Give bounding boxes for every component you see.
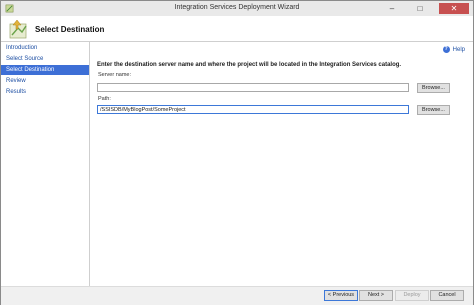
page-title: Select Destination: [35, 25, 105, 34]
previous-button[interactable]: < Previous: [324, 290, 358, 301]
cancel-button[interactable]: Cancel: [430, 290, 464, 301]
nav-item-introduction[interactable]: Introduction: [1, 43, 89, 53]
wizard-header: Select Destination: [1, 16, 473, 42]
deploy-button[interactable]: Deploy: [395, 290, 429, 301]
main-panel: ? Help Enter the destination server name…: [90, 42, 473, 286]
nav-item-select-destination[interactable]: Select Destination: [1, 65, 89, 75]
wizard-window: Integration Services Deployment Wizard –…: [0, 0, 474, 305]
path-label: Path:: [98, 96, 111, 102]
title-bar: Integration Services Deployment Wizard –…: [1, 1, 473, 16]
window-controls: – □ ✕: [383, 3, 469, 14]
help-label[interactable]: Help: [453, 47, 465, 53]
maximize-icon[interactable]: □: [411, 3, 429, 14]
server-name-label: Server name:: [98, 72, 132, 78]
wizard-footer: < Previous Next > Deploy Cancel: [1, 286, 473, 305]
nav-item-select-source[interactable]: Select Source: [1, 54, 89, 64]
wizard-steps-nav: Introduction Select Source Select Destin…: [1, 42, 90, 286]
deployment-wizard-icon: [9, 19, 27, 39]
path-input[interactable]: [97, 105, 409, 114]
server-name-input[interactable]: [97, 83, 409, 92]
next-button[interactable]: Next >: [359, 290, 393, 301]
nav-item-review[interactable]: Review: [1, 76, 89, 86]
help-icon[interactable]: ?: [442, 46, 450, 53]
instruction-text: Enter the destination server name and wh…: [97, 62, 402, 68]
path-browse-button[interactable]: Browse...: [417, 105, 450, 115]
nav-item-results[interactable]: Results: [1, 87, 89, 97]
help-link[interactable]: ? Help: [442, 46, 465, 53]
close-icon[interactable]: ✕: [439, 3, 469, 14]
minimize-icon[interactable]: –: [383, 3, 401, 14]
server-browse-button[interactable]: Browse...: [417, 83, 450, 93]
